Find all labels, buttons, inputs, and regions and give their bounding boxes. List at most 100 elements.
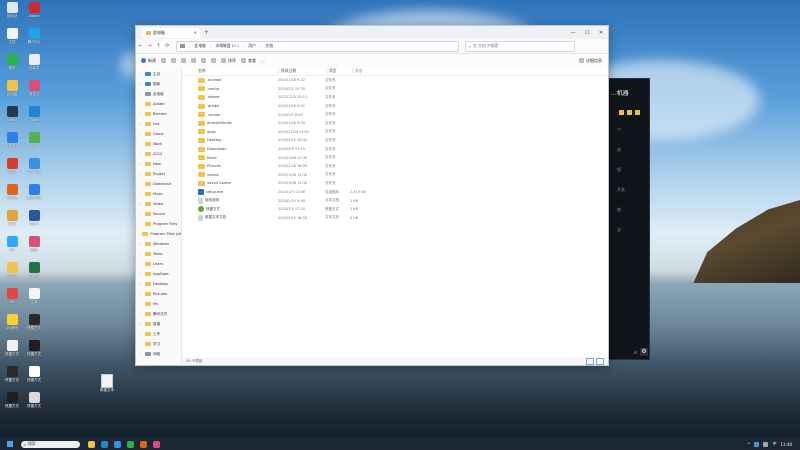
sidebar-item[interactable]: › 网络 [136,349,181,359]
desktop-shortcut-icon[interactable]: Chrome [24,158,44,174]
new-button[interactable]: 新建 [141,58,156,64]
sidebar-item[interactable]: › Video [136,199,181,209]
desktop-shortcut-icon[interactable]: 文档 [2,28,22,44]
desktop-file-icon[interactable]: 新建文本 [94,374,120,393]
file-row[interactable]: .dotnet 2023/12/5 10:11 文件夹 [182,93,608,102]
sidebar-item[interactable]: › Source [136,209,181,219]
chevron-right-icon[interactable]: › [139,182,143,186]
pinned-app-icon[interactable] [88,440,95,448]
chevron-right-icon[interactable]: › [139,172,143,176]
chevron-right-icon[interactable]: › [139,152,143,156]
chevron-right-icon[interactable]: › [139,162,143,166]
chevron-right-icon[interactable]: › [139,272,143,276]
desktop-shortcut-icon[interactable]: 快捷方式 [2,340,22,356]
desktop-shortcut-icon[interactable]: QQ音乐 [2,314,22,330]
sidebar-item[interactable]: › 新建 [136,319,181,329]
copy-button[interactable] [171,58,176,63]
desktop-shortcut-icon[interactable]: 腾讯QQ [24,28,44,44]
background-app-menu-item[interactable]: 保 [617,167,621,173]
sidebar-item[interactable]: › Blender [136,109,181,119]
input-method[interactable]: 中 [772,441,776,447]
network-icon[interactable] [754,441,760,447]
file-row[interactable]: Apps 2023/11/20 14:02 文件夹 [182,128,608,137]
gear-icon[interactable]: ⚙ [640,348,648,356]
volume-icon[interactable] [763,441,769,447]
chevron-right-icon[interactable]: › [139,262,143,266]
chevron-right-icon[interactable]: › [139,192,143,196]
chevron-right-icon[interactable]: › [139,242,143,246]
chevron-right-icon[interactable]: › [139,222,143,226]
back-button[interactable]: ← [136,43,145,49]
close-tab-icon[interactable]: ✕ [194,30,197,35]
background-app-menu-item[interactable]: 成 [617,147,621,153]
desktop-shortcut-icon[interactable]: 游戏 [24,132,44,148]
chevron-right-icon[interactable]: › [139,352,143,356]
column-name[interactable]: 名称 [182,68,278,74]
pinned-app-icon[interactable] [114,440,121,448]
forward-button[interactable]: → [145,43,154,49]
sidebar-item[interactable]: › Program Files (x86) [136,229,181,239]
desktop-shortcut-icon[interactable]: Adobe [24,2,44,18]
background-app-window[interactable]: ...机器 个成保开发统全 ⚙ [604,78,650,360]
refresh-button[interactable]: ⟳ [163,43,172,49]
search-input[interactable]: ⌕ 在 文档 中搜索 [465,40,575,52]
sidebar-item[interactable]: › 学习 [136,339,181,349]
desktop-shortcut-icon[interactable]: 网易 [24,236,44,252]
desktop-shortcut-icon[interactable]: Edge [24,106,44,122]
details-pane-button[interactable]: 详细信息 [579,58,602,64]
delete-button[interactable] [211,58,216,63]
tray-overflow-icon[interactable]: ^ [747,442,750,447]
desktop-shortcut-icon[interactable]: 网易云 [24,80,44,96]
file-row[interactable]: 快捷方式 2024/3/1 17:20 快捷方式 2 KB [182,205,608,214]
taskbar-search[interactable]: ⌕ 搜索 [21,440,80,448]
sidebar-item[interactable]: › Program Files [136,219,181,229]
pinned-app-icon[interactable] [140,440,147,448]
file-row[interactable]: AndroidStudio 2024/1/16 9:20 文件夹 [182,119,608,128]
chevron-right-icon[interactable]: › [139,302,143,306]
dots-icon[interactable] [634,351,637,354]
cut-button[interactable] [161,58,166,63]
desktop-shortcut-icon[interactable]: 文件夹 [2,262,22,278]
sidebar-item[interactable]: › Pictures [136,289,181,299]
background-app-menu-item[interactable]: 统 [617,207,621,213]
more-button[interactable]: … [261,58,265,63]
sidebar-item[interactable]: › New [136,159,181,169]
file-row[interactable]: Videos 2023/10/8 12:30 文件夹 [182,171,608,180]
desktop-shortcut-icon[interactable]: 快捷方式 [24,392,44,408]
chevron-right-icon[interactable]: › [139,112,143,116]
file-row[interactable]: Music 2023/10/8 12:30 文件夹 [182,153,608,162]
start-button[interactable] [7,441,13,447]
chevron-right-icon[interactable]: › [139,292,143,296]
file-explorer-window[interactable]: 此电脑 ✕ + — ☐ ✕ ← → ↑ ⟳ › 此电脑 › 本地磁盘 (C:) … [135,25,609,366]
file-row[interactable]: .config 2024/2/1 15:30 文件夹 [182,85,608,94]
breadcrumb-item[interactable]: 此电脑 [195,43,206,49]
desktop-shortcut-icon[interactable]: 快捷方式 [2,366,22,382]
pinned-app-icon[interactable] [127,440,134,448]
tab-this-pc[interactable]: 此电脑 ✕ [142,27,200,38]
chevron-right-icon[interactable]: › [139,342,143,346]
column-date[interactable]: 修改日期 [278,68,326,74]
desktop-shortcut-icon[interactable]: 文本 [24,288,44,304]
sidebar-item[interactable]: › Work [136,139,181,149]
desktop-shortcut-icon[interactable]: Office [2,184,22,200]
column-type[interactable]: 类型 [326,68,352,74]
chevron-right-icon[interactable]: › [139,212,143,216]
sidebar-item[interactable]: › My [136,299,181,309]
chevron-right-icon[interactable]: › [139,282,143,286]
chevron-right-icon[interactable]: › [139,252,143,256]
breadcrumb-item[interactable]: 用户 [248,43,256,49]
desktop-shortcut-icon[interactable]: 回收站 [2,2,22,18]
desktop-shortcut-icon[interactable]: PS [2,236,22,252]
desktop-shortcut-icon[interactable]: WPS [2,158,22,174]
chevron-right-icon[interactable]: › [139,232,140,236]
file-row[interactable]: setup.exe 2024/1/3 11:06 应用程序 2,415 KB [182,188,608,197]
desktop-shortcut-icon[interactable]: 快捷方式 [24,340,44,356]
chevron-right-icon[interactable]: › [139,202,143,206]
desktop-shortcut-icon[interactable]: 百度网盘 [2,132,22,148]
desktop-shortcut-icon[interactable]: 此电脑 [2,80,22,96]
sidebar-item[interactable]: › 工作 [136,329,181,339]
close-button[interactable]: ✕ [594,30,608,36]
sidebar-item[interactable]: › Doc [136,119,181,129]
desktop-shortcut-icon[interactable]: 微信 [2,54,22,70]
details-view-icon[interactable] [586,357,594,365]
